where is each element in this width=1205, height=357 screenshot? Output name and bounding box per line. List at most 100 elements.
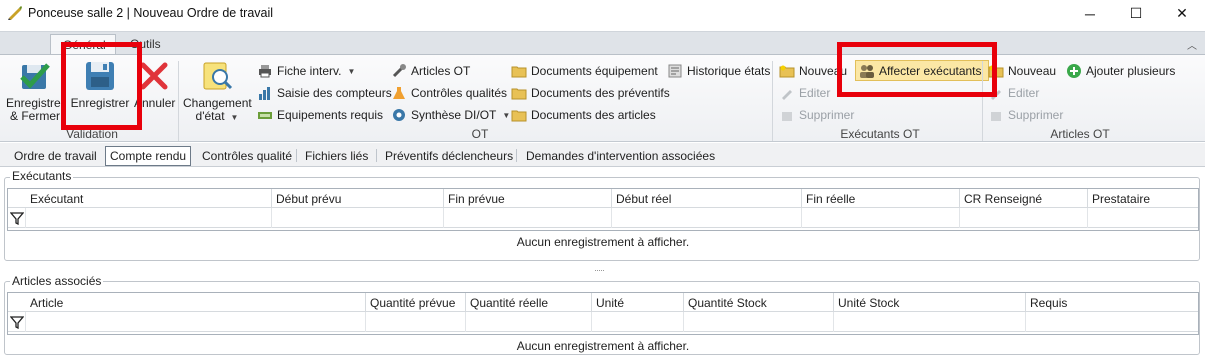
saisie-compteurs-button[interactable]: Saisie des compteurs bbox=[257, 83, 392, 103]
col-fin-reelle[interactable]: Fin réelle bbox=[802, 189, 960, 208]
bar-chart-icon bbox=[259, 87, 270, 100]
minimize-icon: ─ bbox=[1085, 5, 1095, 22]
controles-qualites-label: Contrôles qualités bbox=[411, 86, 508, 100]
filter-cell[interactable] bbox=[466, 312, 592, 332]
articles-new-button[interactable]: Nouveau bbox=[988, 61, 1056, 81]
col-unite-stock[interactable]: Unité Stock bbox=[834, 293, 1026, 312]
group-label-articles: Articles OT bbox=[1050, 127, 1110, 141]
splitter-handle[interactable]: ····· bbox=[594, 265, 605, 275]
cancel-icon bbox=[140, 62, 168, 90]
group-label-ot: OT bbox=[471, 127, 489, 141]
col-fin-prevue[interactable]: Fin prévue bbox=[444, 189, 612, 208]
articles-edit-button: Editer bbox=[988, 83, 1039, 103]
chevron-down-icon: ▼ bbox=[230, 113, 239, 122]
affecter-executants-button[interactable]: Affecter exécutants bbox=[855, 60, 989, 81]
executants-grid: Exécutant Début prévu Fin prévue Début r… bbox=[7, 188, 1199, 231]
group-label-validation: Validation bbox=[66, 127, 118, 141]
filter-cell[interactable] bbox=[834, 312, 1026, 332]
filter-cell[interactable] bbox=[802, 208, 960, 228]
tab-general[interactable]: Général bbox=[50, 34, 116, 55]
tab-preventifs-declencheurs[interactable]: Préventifs déclencheurs bbox=[385, 146, 513, 166]
edit-icon bbox=[782, 90, 792, 100]
articles-grid: Article Quantité prévue Quantité réelle … bbox=[7, 292, 1199, 335]
col-prestataire[interactable]: Prestataire bbox=[1088, 189, 1198, 208]
docs-articles-label: Documents des articles bbox=[531, 108, 656, 122]
tab-ordre-de-travail[interactable]: Ordre de travail bbox=[14, 146, 97, 166]
articles-delete-button: Supprimer bbox=[988, 105, 1063, 125]
separator bbox=[772, 61, 773, 141]
affecter-executants-label: Affecter exécutants bbox=[879, 63, 982, 78]
articles-filter-row[interactable] bbox=[8, 312, 1198, 332]
maximize-button[interactable]: ☐ bbox=[1113, 0, 1159, 27]
gear-icon bbox=[393, 109, 405, 121]
filter-cell bbox=[8, 312, 26, 332]
col-cr-renseigne[interactable]: CR Renseigné bbox=[960, 189, 1088, 208]
folder-icon bbox=[511, 88, 527, 100]
ribbon-tabstrip: Général Outils ︿ bbox=[0, 31, 1205, 55]
tab-compte-rendu[interactable]: Compte rendu bbox=[105, 146, 192, 166]
controles-qualites-button[interactable]: Contrôles qualités bbox=[391, 83, 507, 103]
app-icon bbox=[8, 6, 22, 20]
filter-cell[interactable] bbox=[612, 208, 802, 228]
filter-cell[interactable] bbox=[960, 208, 1088, 228]
col-executant[interactable]: Exécutant bbox=[26, 189, 272, 208]
col-article[interactable]: Article bbox=[26, 293, 366, 312]
history-icon bbox=[668, 64, 682, 78]
col-requis[interactable]: Requis bbox=[1026, 293, 1198, 312]
minimize-button[interactable]: ─ bbox=[1067, 0, 1113, 27]
add-multiple-label: Ajouter plusieurs bbox=[1086, 64, 1176, 78]
col-quantite-prevue[interactable]: Quantité prévue bbox=[366, 293, 466, 312]
users-icon bbox=[860, 64, 874, 78]
folder-new-icon bbox=[988, 65, 1004, 78]
close-button[interactable]: ✕ bbox=[1159, 0, 1205, 27]
ribbon: Enregistrer & Fermer Enregistrer Annuler… bbox=[0, 54, 1205, 142]
docs-preventifs-button[interactable]: Documents des préventifs bbox=[511, 83, 670, 103]
docs-equipement-label: Documents équipement bbox=[531, 64, 658, 78]
executants-new-button[interactable]: Nouveau bbox=[779, 61, 847, 81]
col-quantite-reelle[interactable]: Quantité réelle bbox=[466, 293, 592, 312]
docs-equipement-button[interactable]: Documents équipement bbox=[511, 61, 658, 81]
tab-separator bbox=[296, 149, 297, 162]
historique-etats-label: Historique états bbox=[687, 64, 771, 78]
chevron-down-icon: ▼ bbox=[347, 66, 356, 76]
filter-cell[interactable] bbox=[272, 208, 444, 228]
filter-cell[interactable] bbox=[366, 312, 466, 332]
save-button[interactable]: Enregistrer bbox=[68, 59, 132, 110]
col-unite[interactable]: Unité bbox=[592, 293, 684, 312]
docs-articles-button[interactable]: Documents des articles bbox=[511, 105, 656, 125]
filter-cell[interactable] bbox=[26, 312, 366, 332]
equipements-requis-button[interactable]: Equipements requis bbox=[257, 105, 383, 125]
articles-grid-header: Article Quantité prévue Quantité réelle … bbox=[8, 293, 1198, 312]
synthese-button[interactable]: Synthèse DI/OT ▼ bbox=[391, 105, 510, 125]
col-debut-prevu[interactable]: Début prévu bbox=[272, 189, 444, 208]
synthese-label: Synthèse DI/OT bbox=[411, 108, 497, 122]
change-state-button[interactable]: Changement d'état ▼ bbox=[183, 59, 252, 124]
executants-filter-row[interactable] bbox=[8, 208, 1198, 228]
filter-cell[interactable] bbox=[26, 208, 272, 228]
articles-empty-message: Aucun enregistrement à afficher. bbox=[516, 339, 690, 353]
folder-new-icon bbox=[779, 65, 795, 78]
fiche-interv-label: Fiche interv. bbox=[277, 64, 342, 78]
cancel-button[interactable]: Annuler bbox=[134, 59, 175, 110]
filter-cell[interactable] bbox=[684, 312, 834, 332]
historique-etats-button[interactable]: Historique états bbox=[667, 61, 770, 81]
col-quantite-stock[interactable]: Quantité Stock bbox=[684, 293, 834, 312]
add-multiple-button[interactable]: Ajouter plusieurs bbox=[1066, 61, 1175, 81]
tab-demandes-intervention[interactable]: Demandes d'intervention associées bbox=[526, 146, 715, 166]
articles-edit-label: Editer bbox=[1008, 86, 1040, 100]
delete-icon bbox=[782, 112, 792, 121]
filter-cell[interactable] bbox=[444, 208, 612, 228]
tab-controles-qualite[interactable]: Contrôles qualité bbox=[202, 146, 292, 166]
col-debut-reel[interactable]: Début réel bbox=[612, 189, 802, 208]
articles-legend: Articles associés bbox=[10, 274, 104, 288]
tab-separator bbox=[516, 149, 517, 162]
tab-fichiers-lies[interactable]: Fichiers liés bbox=[305, 146, 368, 166]
ribbon-collapse-icon[interactable]: ︿ bbox=[1187, 37, 1197, 52]
filter-cell[interactable] bbox=[592, 312, 684, 332]
save-close-button[interactable]: Enregistrer & Fermer bbox=[6, 59, 65, 123]
tab-outils[interactable]: Outils bbox=[118, 34, 173, 55]
articles-ot-button[interactable]: Articles OT bbox=[391, 61, 470, 81]
fiche-interv-button[interactable]: Fiche interv. ▼ bbox=[257, 61, 355, 81]
chevron-down-icon: ▼ bbox=[502, 110, 511, 120]
edit-icon bbox=[991, 90, 1001, 100]
